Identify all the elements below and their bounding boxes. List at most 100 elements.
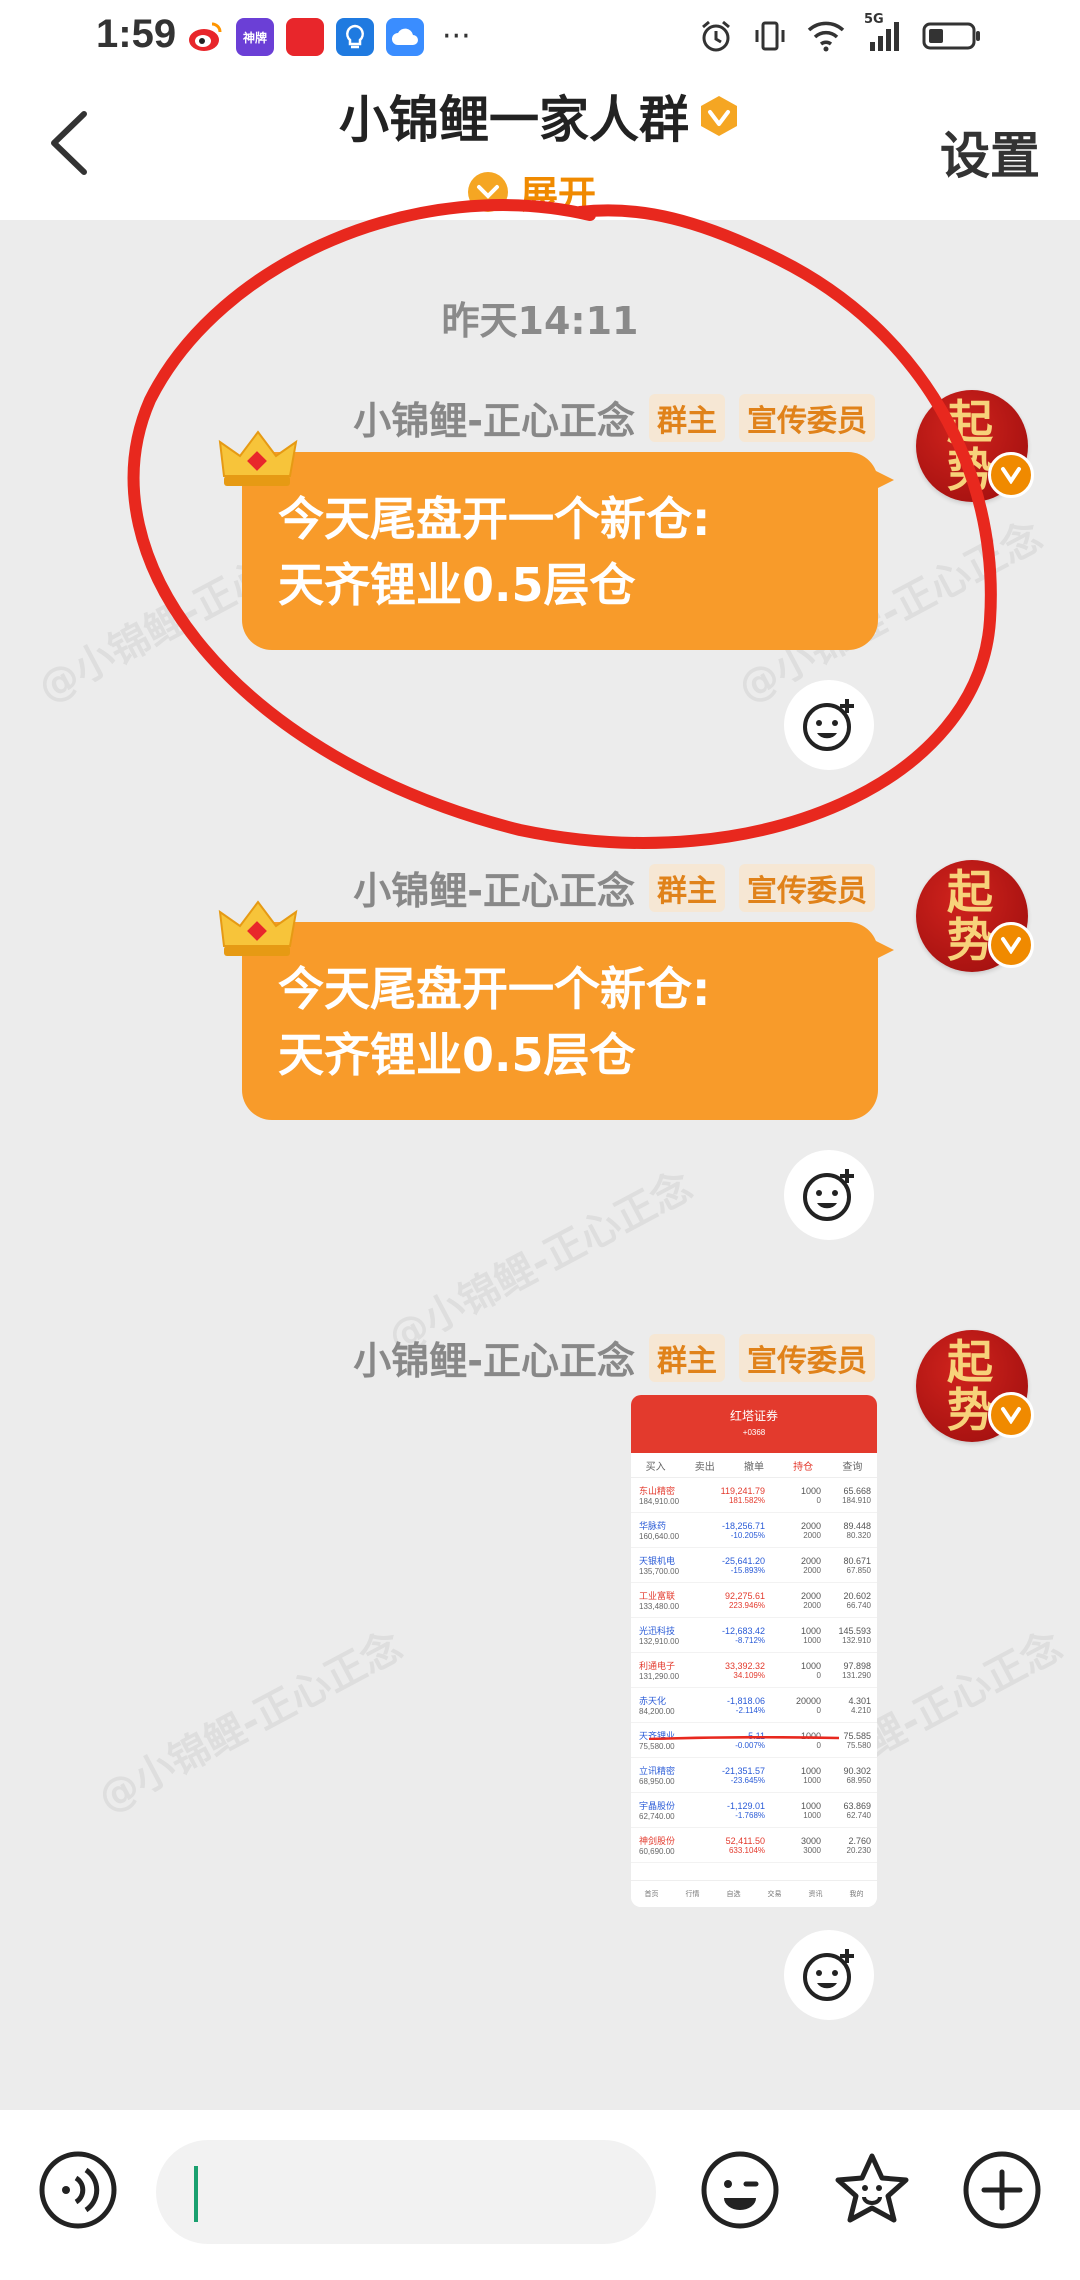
settings-button[interactable]: 设置: [940, 116, 1040, 188]
shot-cell: 20.602 66.740: [821, 1591, 871, 1610]
voice-button[interactable]: [38, 2150, 118, 2230]
shot-name: 天银机电: [639, 1556, 676, 1566]
battery-icon: [922, 18, 982, 54]
shot-cell: 97.898 131.290: [821, 1661, 871, 1680]
shot-cell: 4.301 4.210: [821, 1696, 871, 1715]
shot-cell: -12,683.42 -8.712%: [701, 1626, 765, 1645]
shot-price: 68.950: [846, 1775, 871, 1785]
shot-cell: 1000 1000: [765, 1801, 821, 1820]
shot-holding-row: 光迅科技 132,910.00 -12,683.42 -8.712% 1000 1000 1…: [631, 1618, 877, 1653]
shot-price: 4.210: [850, 1705, 871, 1715]
shot-holding-row: 工业富联 133,480.00 92,275.61 223.946% 2000 2000 2…: [631, 1583, 877, 1618]
expand-label: 展开: [520, 173, 597, 217]
shot-cell: 1000 0: [765, 1731, 821, 1750]
shot-cell: -18,256.71 -10.205%: [701, 1521, 765, 1540]
shot-cell: 1000 0: [765, 1486, 821, 1505]
shot-price: 132.910: [842, 1635, 871, 1645]
shot-cost: 2.760: [848, 1835, 871, 1846]
role-tag-owner: 群主: [649, 393, 725, 442]
emoji-button[interactable]: [700, 2150, 780, 2230]
shot-cost: 63.869: [843, 1800, 871, 1811]
shot-nav-item: 交易: [767, 1891, 782, 1898]
shot-pct: 223.946%: [728, 1600, 765, 1610]
shot-cost: 90.302: [843, 1765, 871, 1776]
sender-name[interactable]: 小锦鲤-正心正念: [353, 860, 635, 915]
shot-pl: -25,641.20: [721, 1555, 765, 1566]
app-red-icon: [286, 18, 324, 56]
shot-cell: 宇晶股份 62,740.00: [639, 1799, 701, 1821]
chat-area[interactable]: @小锦鲤-正心正念 @小锦鲤-正心正念 @小锦鲤-正心正念 @小锦鲤-正心正念 …: [0, 220, 1080, 2110]
image-message[interactable]: 红塔证券 +0368 买入 卖出 撤单 持仓 查询 东山精密 184,910.00 119,…: [631, 1395, 877, 1907]
sender-row: 小锦鲤-正心正念 群主 宣传委员: [353, 860, 875, 915]
shot-mv: 84,200.00: [639, 1707, 675, 1716]
shot-cost: 65.668: [843, 1485, 871, 1496]
verified-v-icon: [988, 452, 1034, 498]
shot-cell: -5.11 -0.007%: [701, 1731, 765, 1750]
shot-cell: 63.869 62.740: [821, 1801, 871, 1820]
shot-pct: 633.104%: [728, 1845, 765, 1855]
shot-holding-row: 天齐锂业 75,580.00 -5.11 -0.007% 1000 0 75.585 75.5…: [631, 1723, 877, 1758]
bubble-tail: [870, 468, 894, 492]
shot-nav-item: 首页: [644, 1891, 659, 1898]
handdrawn-underline: [649, 1736, 839, 1740]
add-reaction-button[interactable]: [784, 1930, 874, 2020]
shot-avail: 3000: [803, 1845, 821, 1855]
avatar[interactable]: 起势: [916, 1330, 1034, 1442]
shot-cell: -21,351.57 -23.645%: [701, 1766, 765, 1785]
shot-cell: -25,641.20 -15.893%: [701, 1556, 765, 1575]
sender-name[interactable]: 小锦鲤-正心正念: [353, 390, 635, 445]
shot-pl: 92,275.61: [724, 1590, 765, 1601]
shot-cell: 天银机电 135,700.00: [639, 1554, 701, 1576]
verified-v-icon: [988, 922, 1034, 968]
shot-avail: 1000: [803, 1810, 821, 1820]
shot-cost: 145.593: [838, 1625, 871, 1636]
shot-tab: 查询: [842, 1461, 863, 1473]
add-reaction-button[interactable]: [784, 1150, 874, 1240]
more-notifications-icon: ···: [442, 19, 471, 54]
sticker-button[interactable]: [832, 2150, 912, 2230]
sender-name[interactable]: 小锦鲤-正心正念: [353, 1330, 635, 1385]
shot-holding-row: 利通电子 131,290.00 33,392.32 34.109% 1000 0 97.89…: [631, 1653, 877, 1688]
signal-icon: 5G: [864, 12, 904, 54]
text-caret: [194, 2166, 198, 2222]
wifi-icon: [806, 18, 846, 54]
shot-cell: 2000 2000: [765, 1521, 821, 1540]
avatar[interactable]: 起势: [916, 390, 1034, 502]
shot-pct: 181.582%: [728, 1495, 765, 1505]
shot-avail: 1000: [803, 1635, 821, 1645]
shot-pl: 119,241.79: [720, 1485, 765, 1496]
bubble-tail: [870, 938, 894, 962]
shot-price: 184.910: [842, 1495, 871, 1505]
shot-cell: 20000 0: [765, 1696, 821, 1715]
shot-price: 80.320: [846, 1530, 871, 1540]
more-actions-button[interactable]: [962, 2150, 1042, 2230]
shot-avail: 0: [816, 1705, 821, 1715]
chevron-down-icon: [468, 171, 508, 212]
shot-holding-row: 神剑股份 60,690.00 52,411.50 633.104% 3000 3000 2.…: [631, 1828, 877, 1863]
shot-pl: -18,256.71: [721, 1520, 765, 1531]
shot-avail: 2000: [803, 1530, 821, 1540]
role-tag-owner: 群主: [649, 1333, 725, 1382]
shot-tab: 持仓: [793, 1461, 814, 1473]
shot-avail: 1000: [803, 1775, 821, 1785]
shot-cell: 92,275.61 223.946%: [701, 1591, 765, 1610]
shot-cell: 天齐锂业 75,580.00: [639, 1729, 701, 1751]
shot-pl: 33,392.32: [724, 1660, 765, 1671]
message-bubble[interactable]: 今天尾盘开一个新仓: 天齐锂业0.5层仓: [242, 922, 894, 1120]
shot-holdings-list: 东山精密 184,910.00 119,241.79 181.582% 1000 0 65.…: [631, 1478, 877, 1863]
shot-qty: 2000: [800, 1520, 821, 1531]
shot-qty: 3000: [800, 1835, 821, 1846]
shot-pl: -12,683.42: [721, 1625, 765, 1636]
expand-toggle[interactable]: 展开: [468, 164, 596, 219]
emoji-plus-icon: [803, 699, 854, 751]
add-reaction-button[interactable]: [784, 680, 874, 770]
bulb-icon: [336, 18, 374, 56]
avatar[interactable]: 起势: [916, 860, 1034, 972]
input-bar: [0, 2110, 1080, 2280]
message-bubble[interactable]: 今天尾盘开一个新仓: 天齐锂业0.5层仓: [242, 452, 894, 650]
shot-pct: -23.645%: [730, 1775, 765, 1785]
shot-cell: 立讯精密 68,950.00: [639, 1764, 701, 1786]
shot-avail: 0: [816, 1670, 821, 1680]
message-input[interactable]: [156, 2140, 656, 2244]
shot-holding-row: 华脉药 160,640.00 -18,256.71 -10.205% 2000 2000 8…: [631, 1513, 877, 1548]
